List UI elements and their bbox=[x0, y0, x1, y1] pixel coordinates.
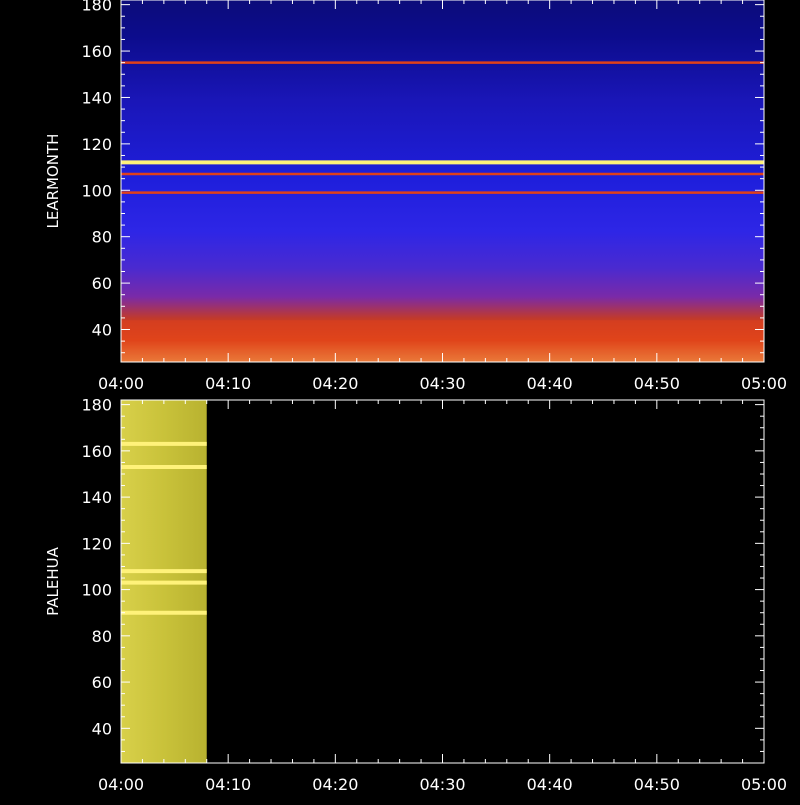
x-tick-label: 04:20 bbox=[312, 374, 358, 393]
panel-learmonth: 04:00 04:10 04:20 04:30 04:40 04:50 05:00 40 60 8… bbox=[44, 0, 787, 393]
y-tick-label: 140 bbox=[81, 488, 112, 507]
y-tick-label: 80 bbox=[92, 228, 112, 247]
x-tick-label: 04:20 bbox=[312, 775, 358, 794]
x-tick-label: 04:40 bbox=[527, 374, 573, 393]
y-tick-label: 60 bbox=[92, 274, 112, 293]
learmonth-y-axis-label: LEARMONTH bbox=[44, 134, 62, 229]
y-tick-label: 140 bbox=[81, 88, 112, 107]
y-tick-label: 120 bbox=[81, 135, 112, 154]
y-tick-label: 160 bbox=[81, 42, 112, 61]
x-tick-label: 04:30 bbox=[419, 775, 465, 794]
y-tick-label: 60 bbox=[92, 673, 112, 692]
y-tick-label: 80 bbox=[92, 627, 112, 646]
palehua-empty-background bbox=[121, 400, 764, 763]
x-tick-label: 04:30 bbox=[419, 374, 465, 393]
y-tick-label: 160 bbox=[81, 442, 112, 461]
y-tick-label: 120 bbox=[81, 534, 112, 553]
x-tick-label: 04:10 bbox=[205, 775, 251, 794]
spectrogram-figure: 04:00 04:10 04:20 04:30 04:40 04:50 05:00 40 60 8… bbox=[44, 0, 787, 794]
x-tick-label: 05:00 bbox=[741, 775, 787, 794]
x-tick-label: 04:00 bbox=[98, 775, 144, 794]
x-tick-label: 05:00 bbox=[741, 374, 787, 393]
x-tick-label: 04:50 bbox=[634, 374, 680, 393]
x-tick-label: 04:50 bbox=[634, 775, 680, 794]
y-tick-label: 40 bbox=[92, 321, 112, 340]
x-tick-label: 04:00 bbox=[98, 374, 144, 393]
x-tick-label: 04:10 bbox=[205, 374, 251, 393]
palehua-y-axis-label: PALEHUA bbox=[44, 546, 62, 615]
y-tick-label: 100 bbox=[81, 181, 112, 200]
panel-palehua: 04:00 04:10 04:20 04:30 04:40 04:50 05:00 40 60 8… bbox=[44, 396, 787, 794]
x-tick-label: 04:40 bbox=[527, 775, 573, 794]
y-tick-label: 180 bbox=[81, 0, 112, 15]
y-tick-label: 180 bbox=[81, 396, 112, 415]
y-tick-label: 40 bbox=[92, 719, 112, 738]
y-tick-label: 100 bbox=[81, 581, 112, 600]
learmonth-spectrogram-image bbox=[121, 0, 764, 362]
